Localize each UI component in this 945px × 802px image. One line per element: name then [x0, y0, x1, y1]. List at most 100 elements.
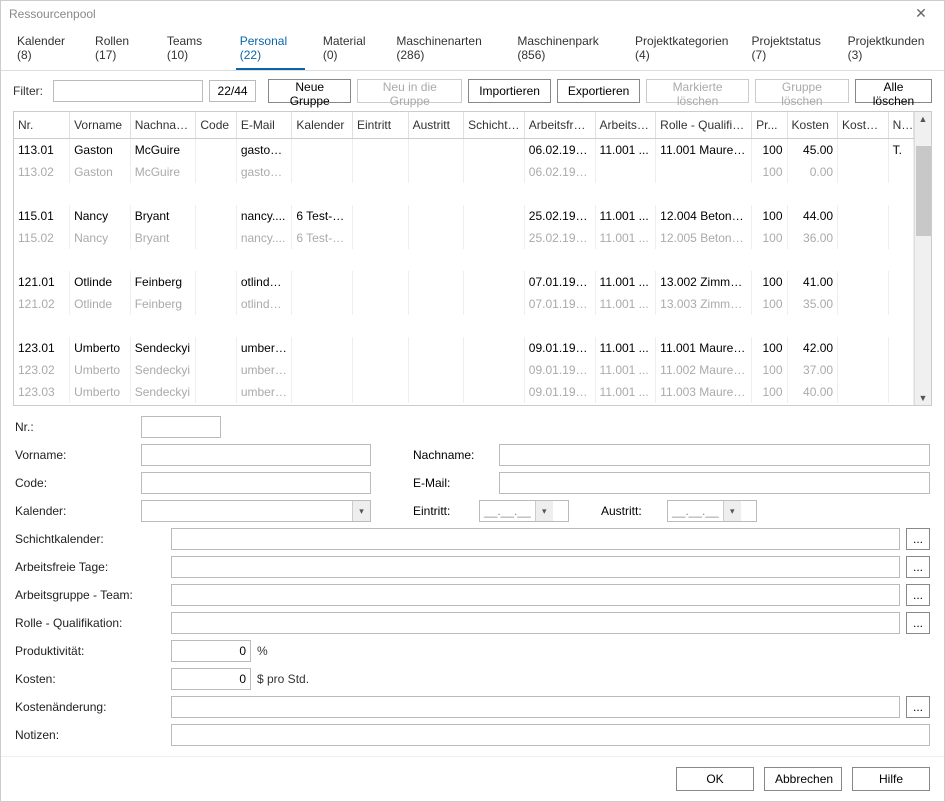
label-email: E-Mail:: [413, 476, 493, 490]
input-nachname[interactable]: [499, 444, 930, 466]
table-row[interactable]: 115.01NancyBryantnancy....6 Test-S...25.…: [14, 205, 914, 227]
importieren-button[interactable]: Importieren: [468, 79, 551, 103]
tab-0[interactable]: Kalender (8): [13, 30, 77, 70]
column-header[interactable]: Austritt: [408, 112, 464, 139]
browse-arbeitsfreie-button[interactable]: ...: [906, 556, 930, 578]
table-row[interactable]: 121.01OtlindeFeinbergotlinde....07.01.19…: [14, 271, 914, 293]
input-kosten[interactable]: [171, 668, 251, 690]
filter-input[interactable]: [53, 80, 203, 102]
combo-kalender[interactable]: ▾: [141, 500, 371, 522]
vertical-scrollbar[interactable]: ▲ ▼: [914, 112, 931, 405]
hilfe-button[interactable]: Hilfe: [852, 767, 930, 791]
column-header[interactable]: Nachname: [130, 112, 196, 139]
table-row[interactable]: 113.01GastonMcGuiregaston....06.02.19-0.…: [14, 139, 914, 162]
scroll-down-icon[interactable]: ▼: [917, 391, 930, 405]
tab-6[interactable]: Maschinenpark (856): [513, 30, 617, 70]
table-row[interactable]: 123.02UmbertoSendeckyiumbert...09.01.19;…: [14, 359, 914, 381]
browse-kostenaenderung-button[interactable]: ...: [906, 696, 930, 718]
tab-2[interactable]: Teams (10): [163, 30, 222, 70]
unit-kosten: $ pro Std.: [257, 672, 309, 686]
column-header[interactable]: Arbeitsgr...: [595, 112, 656, 139]
column-header[interactable]: Vorname: [70, 112, 131, 139]
input-notizen[interactable]: [171, 724, 930, 746]
label-schichtkalender: Schichtkalender:: [15, 532, 165, 546]
chevron-down-icon[interactable]: ▾: [535, 501, 553, 521]
input-arbeitsfreie[interactable]: [171, 556, 900, 578]
titlebar: Ressourcenpool ✕: [1, 1, 944, 26]
neue-gruppe-button[interactable]: Neue Gruppe: [268, 79, 351, 103]
table-row[interactable]: 123.03UmbertoSendeckyiumbert...09.01.19;…: [14, 381, 914, 403]
tab-4[interactable]: Material (0): [319, 30, 378, 70]
label-kostenaenderung: Kostenänderung:: [15, 700, 165, 714]
tab-bar: Kalender (8) Rollen (17) Teams (10) Persona…: [1, 26, 944, 71]
column-header[interactable]: Schichtk...: [464, 112, 525, 139]
input-arbeitsgruppe[interactable]: [171, 584, 900, 606]
filter-label: Filter:: [13, 84, 43, 98]
tab-5[interactable]: Maschinenarten (286): [392, 30, 499, 70]
label-nr: Nr.:: [15, 420, 135, 434]
tab-9[interactable]: Projektkunden (3): [844, 30, 932, 70]
label-nachname: Nachname:: [413, 448, 493, 462]
column-header[interactable]: E-Mail: [236, 112, 292, 139]
markierte-loeschen-button[interactable]: Markierte löschen: [646, 79, 749, 103]
combo-eintritt[interactable]: __.__.__▾: [479, 500, 569, 522]
gruppe-loeschen-button[interactable]: Gruppe löschen: [755, 79, 849, 103]
column-header[interactable]: Code: [196, 112, 236, 139]
input-rolle[interactable]: [171, 612, 900, 634]
window-title: Ressourcenpool: [9, 7, 96, 21]
column-header[interactable]: Arbeitsfreie...: [524, 112, 595, 139]
filter-count: 22/44: [209, 80, 256, 102]
window-ressourcenpool: Ressourcenpool ✕ Kalender (8) Rollen (17)…: [0, 0, 945, 802]
column-header[interactable]: Eintritt: [353, 112, 409, 139]
scroll-up-icon[interactable]: ▲: [917, 112, 930, 126]
ok-button[interactable]: OK: [676, 767, 754, 791]
input-vorname[interactable]: [141, 444, 371, 466]
column-header[interactable]: Rolle - Qualifik...: [656, 112, 752, 139]
label-arbeitsfreie: Arbeitsfreie Tage:: [15, 560, 165, 574]
column-header[interactable]: Kosten: [787, 112, 838, 139]
combo-austritt[interactable]: __.__.__▾: [667, 500, 757, 522]
chevron-down-icon[interactable]: ▾: [352, 501, 370, 521]
label-kalender: Kalender:: [15, 504, 135, 518]
tab-3[interactable]: Personal (22): [236, 30, 305, 70]
input-schichtkalender[interactable]: [171, 528, 900, 550]
column-header[interactable]: Kosten...: [838, 112, 889, 139]
abbrechen-button[interactable]: Abbrechen: [764, 767, 842, 791]
tab-7[interactable]: Projektkategorien (4): [631, 30, 734, 70]
scroll-thumb[interactable]: [916, 146, 931, 236]
column-header[interactable]: N...: [888, 112, 913, 139]
input-kostenaenderung[interactable]: [171, 696, 900, 718]
label-kosten: Kosten:: [15, 672, 165, 686]
browse-schichtkalender-button[interactable]: ...: [906, 528, 930, 550]
label-austritt: Austritt:: [601, 504, 661, 518]
input-produktivitaet[interactable]: [171, 640, 251, 662]
browse-rolle-button[interactable]: ...: [906, 612, 930, 634]
label-vorname: Vorname:: [15, 448, 135, 462]
close-icon[interactable]: ✕: [906, 5, 936, 22]
table-row[interactable]: 123.01UmbertoSendeckyiumbert...09.01.19;…: [14, 337, 914, 359]
label-code: Code:: [15, 476, 135, 490]
column-header[interactable]: Kalender: [292, 112, 353, 139]
grid-table[interactable]: Nr.VornameNachnameCodeE-MailKalenderEint…: [14, 112, 914, 405]
label-arbeitsgruppe: Arbeitsgruppe - Team:: [15, 588, 165, 602]
column-header[interactable]: Pr...: [752, 112, 787, 139]
input-code[interactable]: [141, 472, 371, 494]
exportieren-button[interactable]: Exportieren: [557, 79, 640, 103]
column-header[interactable]: Nr.: [14, 112, 70, 139]
table-row[interactable]: 121.02OtlindeFeinbergotlinde....07.01.19…: [14, 293, 914, 315]
grid: Nr.VornameNachnameCodeE-MailKalenderEint…: [13, 111, 932, 406]
label-notizen: Notizen:: [15, 728, 165, 742]
browse-arbeitsgruppe-button[interactable]: ...: [906, 584, 930, 606]
table-row[interactable]: 113.02GastonMcGuiregaston....06.02.19-0.…: [14, 161, 914, 183]
table-row[interactable]: 115.02NancyBryantnancy....6 Test-S...25.…: [14, 227, 914, 249]
neu-in-gruppe-button[interactable]: Neu in die Gruppe: [357, 79, 462, 103]
label-eintritt: Eintritt:: [413, 504, 473, 518]
detail-form: Nr.: Vorname: Nachname: Code: E-Mail: Ka…: [1, 406, 944, 756]
unit-produktivitaet: %: [257, 644, 268, 658]
input-email[interactable]: [499, 472, 930, 494]
alle-loeschen-button[interactable]: Alle löschen: [855, 79, 932, 103]
tab-1[interactable]: Rollen (17): [91, 30, 149, 70]
tab-8[interactable]: Projektstatus (7): [748, 30, 830, 70]
input-nr[interactable]: [141, 416, 221, 438]
chevron-down-icon[interactable]: ▾: [723, 501, 741, 521]
